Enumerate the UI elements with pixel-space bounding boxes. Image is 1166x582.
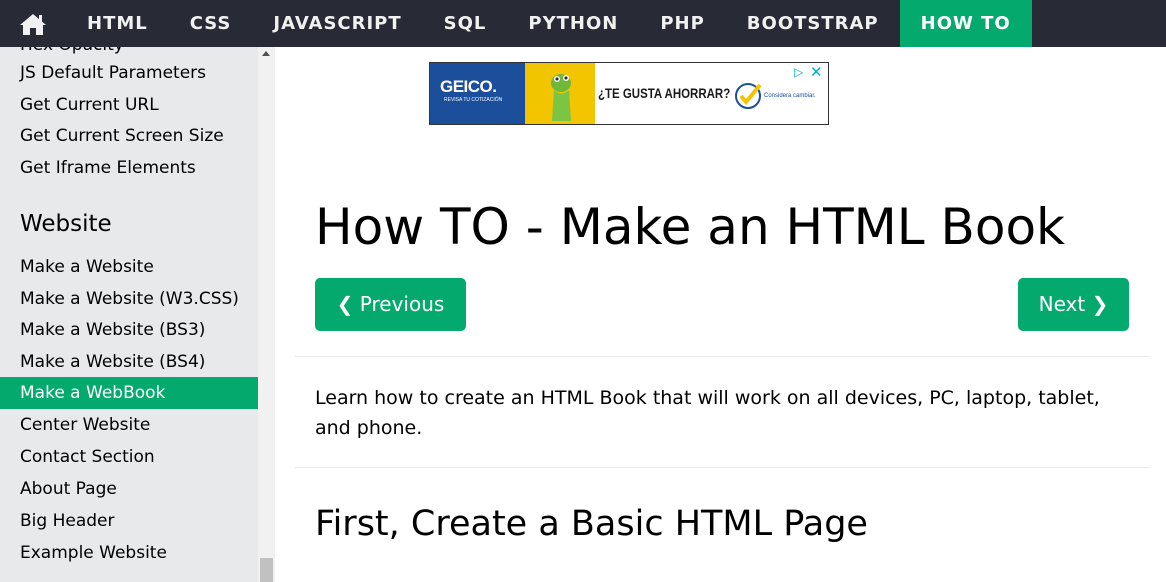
sidebar-item[interactable]: Make a Website (BS4) xyxy=(0,346,258,378)
nav-bootstrap[interactable]: BOOTSTRAP xyxy=(726,0,900,47)
sidebar-item[interactable]: Center Website xyxy=(0,409,258,441)
home-button[interactable] xyxy=(0,0,66,47)
scroll-thumb[interactable] xyxy=(260,558,273,582)
sidebar-item[interactable]: Example Website xyxy=(0,537,258,569)
sidebar-item[interactable]: Get Current URL xyxy=(0,89,258,121)
sidebar: Hex Opacity JS Default Parameters Get Cu… xyxy=(0,47,258,582)
top-nav: HTML CSS JAVASCRIPT SQL PYTHON PHP BOOTS… xyxy=(0,0,1166,47)
intro-text: Learn how to create an HTML Book that wi… xyxy=(315,387,1100,439)
nav-howto[interactable]: HOW TO xyxy=(899,0,1032,47)
ad-banner[interactable]: GEICO. REVISA TU COTIZACIÓN ¿TE GUSTA AH… xyxy=(429,62,829,125)
sidebar-item[interactable]: Get Iframe Elements xyxy=(0,152,258,184)
sidebar-section-heading: Website xyxy=(20,211,112,237)
next-button[interactable]: Next ❯ xyxy=(1018,278,1129,331)
nav-php[interactable]: PHP xyxy=(639,0,725,47)
nav-html[interactable]: HTML xyxy=(66,0,169,47)
sidebar-item[interactable]: Make a Website (BS3) xyxy=(0,314,258,346)
nav-javascript[interactable]: JAVASCRIPT xyxy=(252,0,422,47)
adchoices-icon[interactable]: ▷ xyxy=(794,65,803,79)
page-title: How TO - Make an HTML Book xyxy=(315,198,1065,256)
ad-small-text: Considera cambiar. xyxy=(764,93,816,99)
nav-python[interactable]: PYTHON xyxy=(507,0,639,47)
ad-brand-panel: GEICO. REVISA TU COTIZACIÓN xyxy=(430,63,525,124)
sidebar-item[interactable]: JS Default Parameters xyxy=(0,57,258,89)
sidebar-item-active[interactable]: Make a WebBook xyxy=(0,377,258,409)
checkmark-icon xyxy=(735,83,762,109)
sidebar-item[interactable]: Make a Website (W3.CSS) xyxy=(0,283,258,315)
home-icon xyxy=(20,13,46,35)
divider xyxy=(295,467,1149,468)
ad-brand-sub: REVISA TU COTIZACIÓN xyxy=(444,97,503,103)
sidebar-item[interactable]: Get Current Screen Size xyxy=(0,120,258,152)
gecko-icon xyxy=(551,74,571,121)
divider xyxy=(295,356,1149,357)
scroll-up-arrow-icon[interactable] xyxy=(262,51,270,56)
ad-headline: ¿TE GUSTA AHORRAR? xyxy=(598,85,731,101)
sidebar-item-clipped[interactable]: Hex Opacity xyxy=(20,47,124,55)
nav-css[interactable]: CSS xyxy=(169,0,253,47)
sidebar-item[interactable]: Big Header xyxy=(0,505,258,537)
nav-sql[interactable]: SQL xyxy=(423,0,508,47)
ad-close-icon[interactable]: ✕ xyxy=(810,63,823,81)
ad-gecko-image xyxy=(525,63,595,124)
sidebar-scrollbar[interactable] xyxy=(258,47,275,582)
sidebar-item[interactable]: About Page xyxy=(0,473,258,505)
ad-brand-logo: GEICO. xyxy=(440,77,497,96)
sidebar-item[interactable]: Make a Website xyxy=(0,251,258,283)
sidebar-item[interactable]: Contact Section xyxy=(0,441,258,473)
section-title: First, Create a Basic HTML Page xyxy=(315,504,868,544)
previous-button[interactable]: ❮ Previous xyxy=(315,278,466,331)
